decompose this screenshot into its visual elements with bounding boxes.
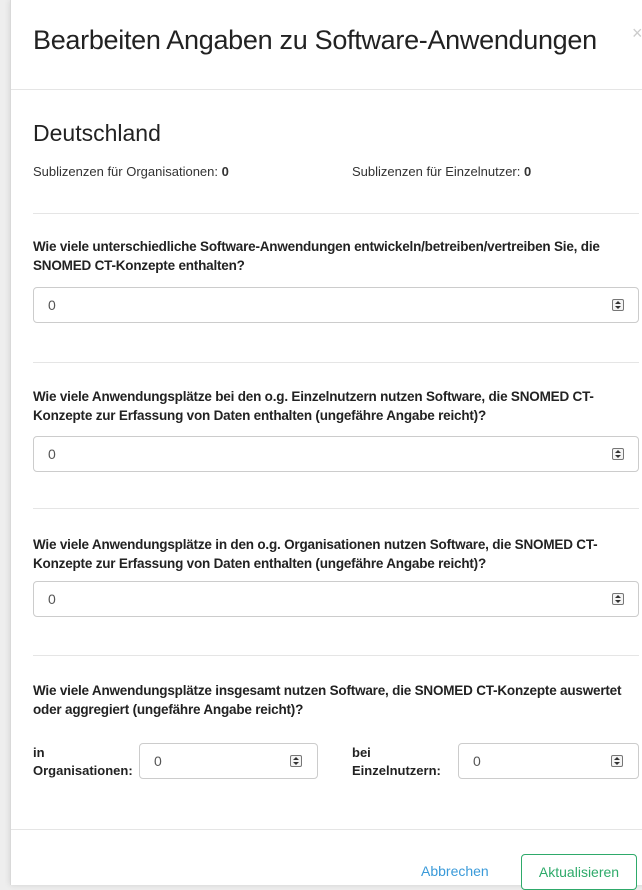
- individual-workstations-value: 0: [48, 446, 56, 462]
- applications-count-input[interactable]: 0: [33, 287, 639, 323]
- number-spinner-icon[interactable]: [612, 299, 624, 311]
- organisation-workstations-value: 0: [48, 591, 56, 607]
- total-organisations-value: 0: [154, 753, 162, 769]
- number-spinner-icon[interactable]: [290, 755, 302, 767]
- organisation-workstations-input[interactable]: 0: [33, 581, 639, 617]
- in-individuals-label: bei Einzelnutzern:: [352, 745, 441, 778]
- divider: [33, 213, 639, 214]
- sublicenses-individuals-label: Sublizenzen für Einzelnutzer:: [352, 164, 521, 179]
- divider: [33, 508, 639, 509]
- divider: [33, 655, 639, 656]
- in-organisations-label: in Organisationen:: [33, 745, 133, 778]
- modal-header: Bearbeiten Angaben zu Software-Anwendung…: [11, 0, 642, 90]
- divider: [33, 362, 639, 363]
- modal-footer: Abbrechen Aktualisieren: [11, 829, 642, 890]
- edit-software-modal: Bearbeiten Angaben zu Software-Anwendung…: [10, 0, 642, 890]
- individual-workstations-input[interactable]: 0: [33, 436, 639, 472]
- question-organisation-workstations: Wie viele Anwendungsplätze in den o.g. O…: [33, 537, 598, 571]
- sublicenses-organisations: Sublizenzen für Organisationen: 0: [33, 164, 229, 179]
- total-individuals-input[interactable]: 0: [458, 743, 639, 779]
- total-organisations-input[interactable]: 0: [139, 743, 318, 779]
- number-spinner-icon[interactable]: [612, 593, 624, 605]
- country-title: Deutschland: [33, 120, 161, 146]
- number-spinner-icon[interactable]: [612, 448, 624, 460]
- sublicenses-individuals-value: 0: [524, 164, 532, 179]
- sublicenses-organisations-label: Sublizenzen für Organisationen:: [33, 164, 219, 179]
- sublicenses-individuals: Sublizenzen für Einzelnutzer: 0: [352, 164, 531, 179]
- sublicenses-organisations-value: 0: [221, 164, 229, 179]
- applications-count-value: 0: [48, 297, 56, 313]
- question-applications-count: Wie viele unterschiedliche Software-Anwe…: [33, 239, 600, 273]
- question-individual-workstations: Wie viele Anwendungsplätze bei den o.g. …: [33, 389, 594, 423]
- modal-title: Bearbeiten Angaben zu Software-Anwendung…: [33, 25, 597, 55]
- question-total-analysis-workstations: Wie viele Anwendungsplätze insgesamt nut…: [33, 683, 622, 717]
- cancel-button[interactable]: Abbrechen: [421, 863, 489, 879]
- close-icon[interactable]: ×: [632, 23, 642, 44]
- number-spinner-icon[interactable]: [611, 755, 623, 767]
- total-individuals-value: 0: [473, 753, 481, 769]
